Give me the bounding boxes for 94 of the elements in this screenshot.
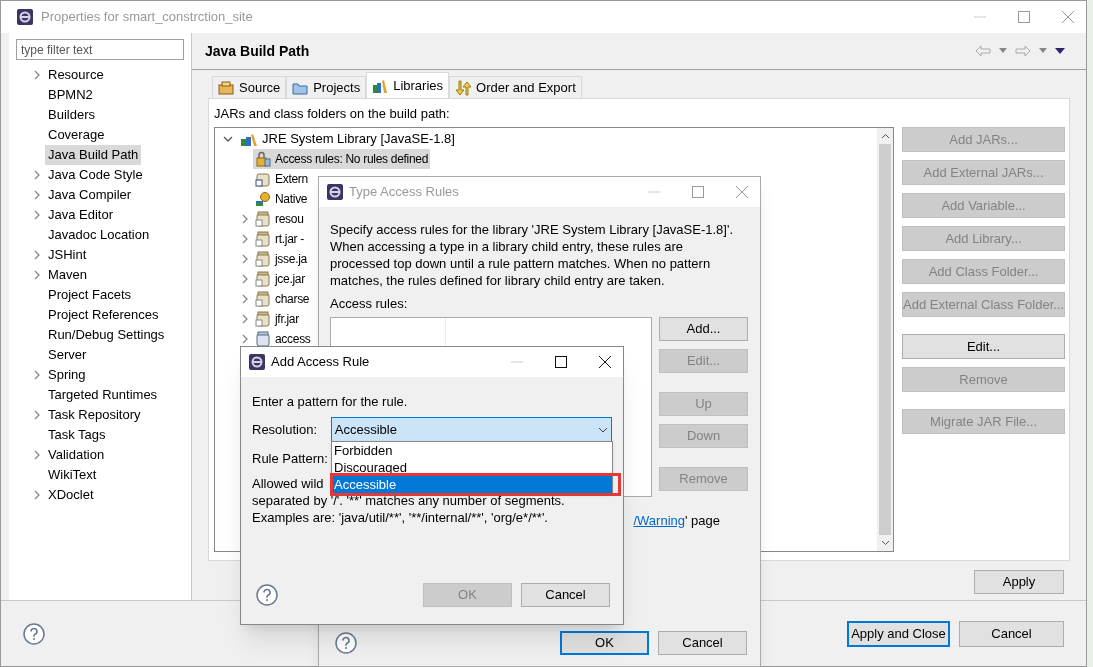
side-button[interactable]: Edit... xyxy=(902,334,1066,359)
resolution-select[interactable]: Accessible xyxy=(330,417,612,442)
section-label: JARs and class folders on the build path: xyxy=(214,105,450,123)
field-label: Resolution: xyxy=(252,420,319,439)
page-title: Java Build Path xyxy=(205,41,310,61)
tree-item[interactable]: rt.jar - xyxy=(275,230,304,248)
tree-item[interactable]: resou xyxy=(275,210,304,228)
dialog-button[interactable]: Add... xyxy=(659,317,748,341)
sidebar-item[interactable]: Task Tags xyxy=(45,425,109,445)
help-icon[interactable] xyxy=(335,632,357,654)
tree-item[interactable]: Extern xyxy=(275,170,308,188)
sidebar-item[interactable]: Resource xyxy=(45,65,107,85)
sidebar-item[interactable]: Java Compiler xyxy=(45,185,135,205)
help-text: Allowed wild xyxy=(252,475,324,492)
sidebar-item[interactable]: Run/Debug Settings xyxy=(45,325,168,345)
help-icon[interactable] xyxy=(23,622,45,645)
dialog-button[interactable]: OK xyxy=(560,631,649,655)
sidebar-item[interactable]: Builders xyxy=(45,105,98,125)
jar-icon xyxy=(255,211,271,227)
close-icon[interactable] xyxy=(599,356,611,368)
window-title: Properties for smart_constrction_site xyxy=(41,8,253,27)
maximize-icon[interactable] xyxy=(555,356,567,368)
sidebar-item[interactable]: JSHint xyxy=(45,245,90,265)
menu-icon[interactable] xyxy=(1055,47,1065,55)
lock-icon xyxy=(255,151,271,167)
dropdown-option[interactable]: Discouraged xyxy=(332,459,612,476)
tree-item[interactable]: Native xyxy=(275,190,308,208)
tree-item[interactable]: JRE System Library [JavaSE-1.8] xyxy=(262,129,455,149)
gear-icon xyxy=(255,191,271,207)
tree-item[interactable]: access xyxy=(275,330,311,348)
dropdown-option[interactable]: Accessible xyxy=(332,476,612,493)
sidebar-item[interactable]: Server xyxy=(45,345,90,365)
sidebar-item[interactable]: Javadoc Location xyxy=(45,225,153,245)
tree-item[interactable]: jce.jar xyxy=(275,270,305,288)
tree-item[interactable]: charse xyxy=(275,290,310,308)
app-logo-icon xyxy=(327,184,343,200)
sidebar-item[interactable]: BPMN2 xyxy=(45,85,96,105)
jar-icon xyxy=(255,171,271,187)
tab[interactable]: Projects xyxy=(286,76,367,98)
chevron-down-icon xyxy=(598,426,608,433)
sidebar-item[interactable]: Project Facets xyxy=(45,285,135,305)
dialog-title: Add Access Rule xyxy=(271,353,370,372)
tree-item[interactable]: jfr.jar xyxy=(275,310,299,328)
sidebar-item[interactable]: Java Editor xyxy=(45,205,117,225)
sidebar-item[interactable]: Validation xyxy=(45,445,108,465)
arrows-icon xyxy=(455,79,472,96)
preferences-link[interactable]: /Warning xyxy=(633,511,685,531)
back-arrow-icon[interactable] xyxy=(975,45,991,57)
footer-button[interactable]: Apply and Close xyxy=(847,620,950,647)
dropdown-option[interactable]: Forbidden xyxy=(332,442,612,459)
tab[interactable]: Libraries xyxy=(366,72,450,98)
scrollbar-thumb[interactable] xyxy=(879,144,891,535)
help-text: Examples are: 'java/util/**', '**/internal/**', 'org/e*/**'. xyxy=(252,509,548,526)
prompt-text: Enter a pattern for the rule. xyxy=(252,393,408,411)
jar-icon xyxy=(255,271,271,287)
dropdown-icon[interactable] xyxy=(1039,48,1047,54)
description-text: Specify access rules for the library 'JRE System Library [JavaSE-1.8]'. When accessing a type in a library child entry, these rules are processed top down until a rule pattern matches. When no pattern matches, the rules defined for library child entry are taken. xyxy=(330,221,735,289)
dropdown-icon[interactable] xyxy=(999,48,1007,54)
note-text: ' page xyxy=(685,512,720,530)
app-logo-icon xyxy=(249,354,265,370)
jar-icon xyxy=(255,331,271,347)
sidebar-item[interactable]: Targeted Runtimes xyxy=(45,385,161,405)
jar-icon xyxy=(255,311,271,327)
scrollbar[interactable] xyxy=(877,128,893,551)
tab[interactable]: Order and Export xyxy=(449,76,582,98)
jar-icon xyxy=(255,231,271,247)
dialog-button[interactable]: Cancel xyxy=(658,631,747,655)
sidebar-item[interactable]: XDoclet xyxy=(45,485,97,505)
books-icon xyxy=(372,77,389,94)
sidebar-item[interactable]: Java Build Path xyxy=(45,145,142,165)
dialog-title: Type Access Rules xyxy=(349,183,459,202)
forward-arrow-icon[interactable] xyxy=(1015,45,1031,57)
tab[interactable]: Source xyxy=(212,76,287,98)
jar-icon xyxy=(255,251,271,267)
sidebar-item[interactable]: Java Code Style xyxy=(45,165,146,185)
sidebar-item[interactable]: Maven xyxy=(45,265,91,285)
package-icon xyxy=(218,79,234,96)
sidebar-item[interactable]: Spring xyxy=(45,365,89,385)
books-icon xyxy=(240,131,258,147)
sidebar-item[interactable]: Coverage xyxy=(45,125,108,145)
section-label: Access rules: xyxy=(330,295,408,313)
app-logo-icon xyxy=(17,9,33,25)
filter-field[interactable]: type filter text xyxy=(16,39,184,60)
sidebar-item[interactable]: Project References xyxy=(45,305,162,325)
sidebar-item[interactable]: WikiText xyxy=(45,465,100,485)
sidebar-item[interactable]: Task Repository xyxy=(45,405,144,425)
dialog-button[interactable]: Cancel xyxy=(521,583,610,607)
jar-icon xyxy=(255,291,271,307)
footer-button[interactable]: Cancel xyxy=(959,620,1064,647)
tree-item[interactable]: jsse.ja xyxy=(275,250,307,268)
field-label: Rule Pattern: xyxy=(252,450,328,468)
apply-button[interactable]: Apply xyxy=(974,570,1064,594)
help-text: separated by '/'. '**' matches any number of segments. xyxy=(252,492,565,509)
help-icon[interactable] xyxy=(256,584,278,606)
